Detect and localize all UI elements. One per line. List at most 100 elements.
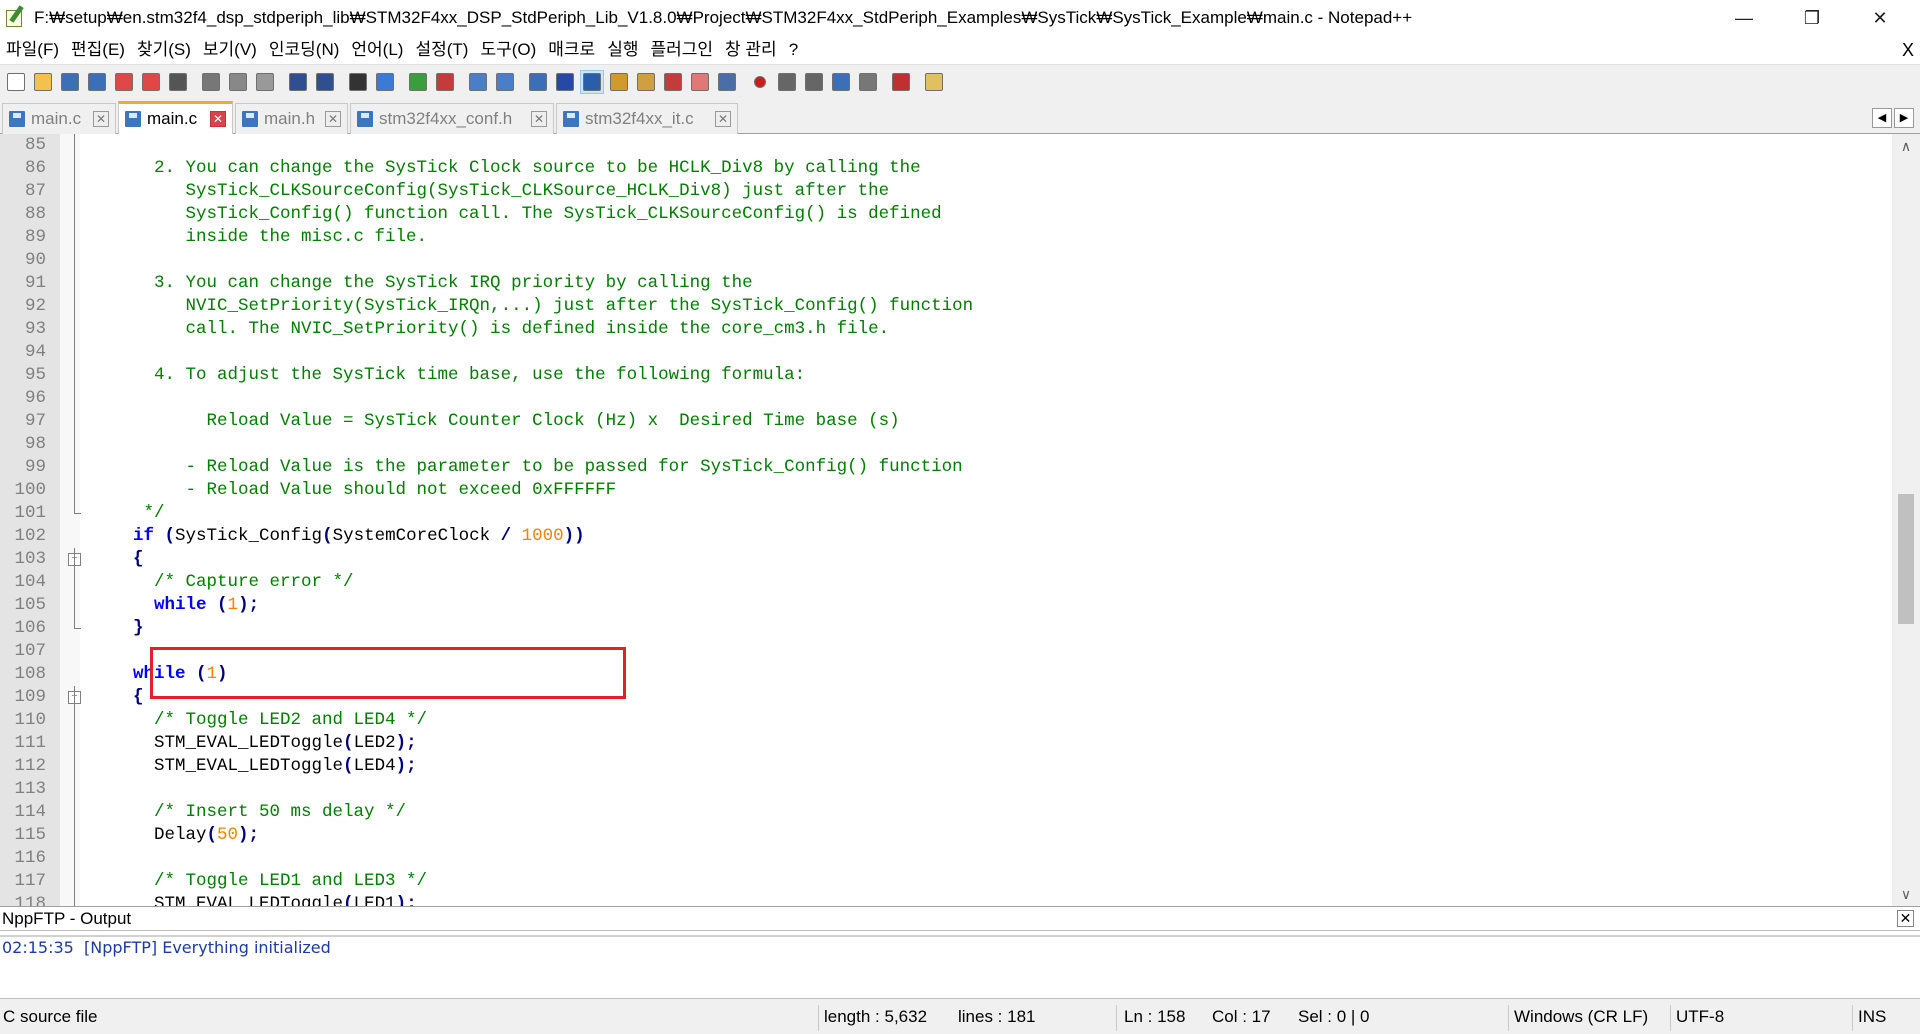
function-list-icon[interactable] [661, 70, 685, 94]
status-ins-mode[interactable]: INS [1858, 999, 1886, 1034]
token-cmt: 2. You can change the SysTick Clock sour… [112, 158, 921, 178]
document-map-icon[interactable] [634, 70, 658, 94]
code-text: STM_EVAL_LEDToggle(LED4); [112, 755, 417, 778]
record-macro-icon[interactable] [748, 70, 772, 94]
status-encoding[interactable]: UTF-8 [1676, 999, 1724, 1034]
status-eol[interactable]: Windows (CR LF) [1514, 999, 1648, 1034]
undo-icon[interactable] [286, 70, 310, 94]
redo-icon[interactable] [313, 70, 337, 94]
code-line: 95 4. To adjust the SysTick time base, u… [25, 364, 1892, 387]
nppftp-icon[interactable] [922, 70, 946, 94]
fold-margin[interactable] [60, 134, 80, 906]
stop-record-icon[interactable] [775, 70, 799, 94]
user-language-icon[interactable] [607, 70, 631, 94]
menu-item-11[interactable]: 창 관리 [719, 36, 783, 64]
tab-main-h[interactable]: main.h ✕ [235, 103, 348, 134]
run-macro-multiple-icon[interactable] [829, 70, 853, 94]
token-cmt: */ [112, 503, 165, 523]
tab-close-icon[interactable]: ✕ [210, 111, 226, 127]
menu-item-10[interactable]: 플러그인 [644, 36, 719, 64]
token-cmt: inside the misc.c file. [112, 227, 428, 247]
tab-close-icon[interactable]: ✕ [93, 111, 109, 127]
menu-item-5[interactable]: 언어(L) [345, 36, 409, 64]
paste-icon[interactable] [253, 70, 277, 94]
menu-item-4[interactable]: 인코딩(N) [263, 36, 346, 64]
code-text: /* Toggle LED1 and LED3 */ [112, 870, 427, 893]
line-number: 102 [14, 526, 46, 546]
restore-button[interactable]: ❐ [1778, 0, 1846, 36]
line-number: 98 [24, 434, 46, 454]
tab-close-icon[interactable]: ✕ [531, 111, 547, 127]
tab-scroll-right-button[interactable]: ▶ [1894, 108, 1914, 128]
replace-icon[interactable] [373, 70, 397, 94]
token-id: Delay [112, 825, 207, 845]
code-line: 94 [25, 341, 1892, 364]
tab-stm32f4xx_it-c[interactable]: stm32f4xx_it.c ✕ [556, 103, 738, 134]
output-body: 02:15:35 [NppFTP] Everything initialized [0, 935, 1920, 997]
menu-item-9[interactable]: 실행 [601, 36, 644, 64]
close-document-button[interactable]: X [1902, 36, 1914, 64]
tab-close-icon[interactable]: ✕ [325, 111, 341, 127]
output-close-button[interactable]: ✕ [1897, 910, 1914, 927]
menu-item-8[interactable]: 매크로 [542, 36, 601, 64]
print-icon[interactable] [166, 70, 190, 94]
minimize-button[interactable]: — [1710, 0, 1778, 36]
editor[interactable]: 85 86 2. You can change the SysTick Clock… [0, 134, 1920, 906]
token-id: SystemCoreClock [332, 526, 501, 546]
sync-horizontal-icon[interactable] [493, 70, 517, 94]
tab-main-c[interactable]: main.c ✕ [2, 103, 116, 134]
open-file-icon[interactable] [31, 70, 55, 94]
menu-item-2[interactable]: 찾기(S) [131, 36, 197, 64]
play-macro-icon[interactable] [802, 70, 826, 94]
line-number: 92 [24, 296, 46, 316]
token-cmt: NVIC_SetPriority(SysTick_IRQn,...) just … [112, 296, 974, 316]
word-wrap-icon[interactable] [526, 70, 550, 94]
line-number: 118 [14, 894, 46, 906]
save-all-icon[interactable] [85, 70, 109, 94]
menu-item-1[interactable]: 편집(E) [65, 36, 131, 64]
token-num: 1 [227, 595, 239, 615]
cut-icon[interactable] [199, 70, 223, 94]
zoom-in-icon[interactable] [406, 70, 430, 94]
line-number: 108 [14, 664, 46, 684]
indent-guide-icon[interactable] [580, 69, 604, 94]
toolbar [0, 64, 1920, 98]
close-icon[interactable] [112, 70, 136, 94]
code-text: Reload Value = SysTick Counter Clock (Hz… [112, 410, 900, 433]
spell-check-icon[interactable] [889, 70, 913, 94]
menu-item-3[interactable]: 보기(V) [197, 36, 263, 64]
code-area[interactable]: 85 86 2. You can change the SysTick Clock… [14, 134, 1892, 906]
tab-label: stm32f4xx_it.c [585, 109, 694, 128]
new-file-icon[interactable] [4, 70, 28, 94]
sync-vertical-icon[interactable] [466, 70, 490, 94]
code-text: - Reload Value should not exceed 0xFFFFF… [112, 479, 617, 502]
tab-close-icon[interactable]: ✕ [715, 111, 731, 127]
code-line: 106 } [14, 617, 1892, 640]
tab-stm32f4xx_conf-h[interactable]: stm32f4xx_conf.h ✕ [350, 103, 554, 134]
menu-item-12[interactable]: ? [783, 36, 804, 64]
tab-main-c-active[interactable]: main.c ✕ [118, 101, 233, 134]
monitoring-icon[interactable] [715, 70, 739, 94]
menu-item-6[interactable]: 설정(T) [409, 36, 474, 64]
find-icon[interactable] [346, 70, 370, 94]
folder-workspace-icon[interactable] [688, 70, 712, 94]
show-all-chars-icon[interactable] [553, 70, 577, 94]
code-line: 100 - Reload Value should not exceed 0xF… [14, 479, 1892, 502]
menu-item-7[interactable]: 도구(O) [474, 36, 542, 64]
scroll-down-button[interactable]: ∨ [1892, 884, 1920, 904]
copy-icon[interactable] [226, 70, 250, 94]
close-all-icon[interactable] [139, 70, 163, 94]
scroll-thumb[interactable] [1898, 494, 1914, 624]
line-number: 87 [24, 181, 46, 201]
tab-scroll-left-button[interactable]: ◀ [1872, 108, 1892, 128]
vertical-scrollbar[interactable]: ∧ ∨ [1892, 134, 1920, 906]
output-line: 02:15:35 [NppFTP] Everything initialized [2, 938, 331, 957]
close-window-button[interactable]: ✕ [1846, 0, 1914, 36]
line-number: 88 [24, 204, 46, 224]
token-op: { [112, 687, 144, 707]
save-macro-icon[interactable] [856, 70, 880, 94]
menu-item-0[interactable]: 파일(F) [0, 36, 65, 64]
scroll-up-button[interactable]: ∧ [1892, 136, 1920, 156]
zoom-out-icon[interactable] [433, 70, 457, 94]
save-icon[interactable] [58, 70, 82, 94]
